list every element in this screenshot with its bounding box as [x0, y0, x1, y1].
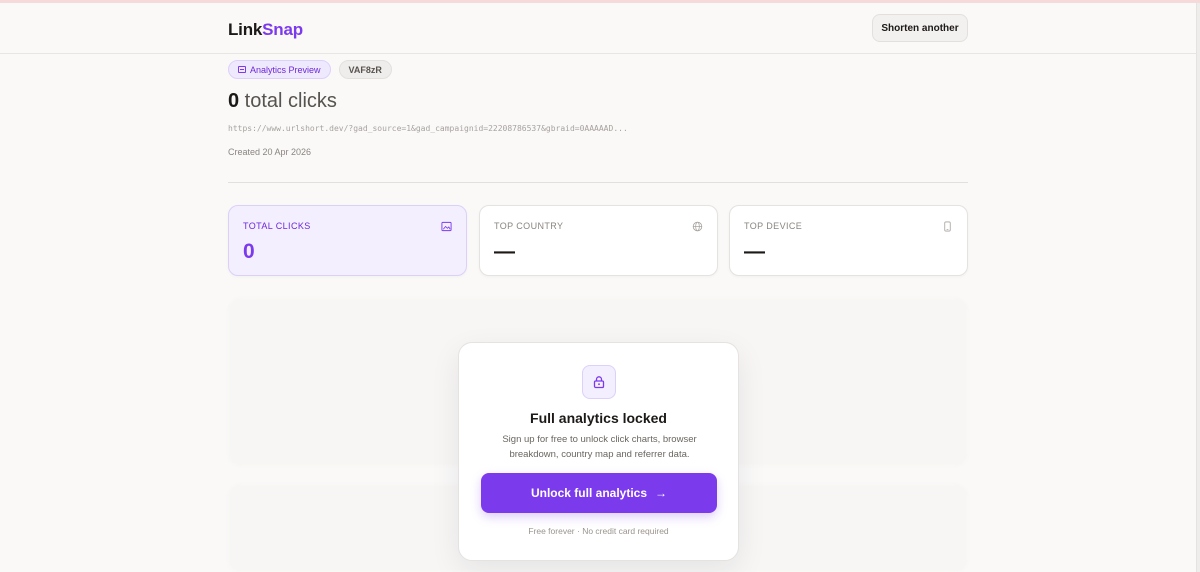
stat-label: TOTAL CLICKS	[243, 221, 311, 231]
stat-card-total-clicks: TOTAL CLICKS 0	[228, 205, 467, 276]
scrollbar[interactable]	[1196, 3, 1200, 572]
lock-icon	[593, 376, 605, 389]
arrow-right-icon: →	[655, 486, 668, 500]
divider	[228, 182, 968, 183]
chart-icon	[238, 66, 246, 73]
stat-label: TOP COUNTRY	[494, 221, 564, 231]
stat-value: 0	[243, 240, 255, 263]
link-code-badge: VAF8zR	[338, 60, 392, 79]
stat-label: TOP DEVICE	[744, 221, 803, 231]
unlock-button-label: Unlock full analytics	[530, 486, 648, 500]
image-icon	[441, 221, 452, 232]
analytics-lock-card: Full analytics locked Sign up for free t…	[458, 342, 739, 561]
globe-icon	[692, 221, 703, 232]
lock-description: Sign up for free to unlock click charts,…	[502, 434, 697, 460]
total-clicks-suffix: total clicks	[239, 90, 337, 112]
lock-title: Full analytics locked	[530, 410, 667, 426]
badge-row: Analytics Preview VAF8zR	[228, 60, 392, 79]
total-clicks-number: 0	[228, 90, 240, 112]
created-date: Created 20 Apr 2026	[228, 147, 312, 157]
total-clicks-heading: 0 total clicks	[228, 90, 337, 113]
stat-value: —	[744, 240, 765, 263]
header: LinkSnap Shorten another	[0, 3, 1200, 54]
lock-footnote: Free forever · No credit card required	[528, 526, 669, 536]
logo-accent: Snap	[262, 20, 303, 39]
logo-main: Link	[228, 20, 263, 39]
lock-icon-box	[582, 365, 616, 399]
stat-card-top-country: TOP COUNTRY —	[479, 205, 718, 276]
analytics-preview-label: Analytics Preview	[250, 64, 321, 75]
unlock-analytics-button[interactable]: Unlock full analytics →	[481, 473, 717, 513]
stat-card-top-device: TOP DEVICE —	[729, 205, 968, 276]
stat-value: —	[494, 240, 515, 263]
analytics-preview-badge: Analytics Preview	[228, 60, 331, 79]
shorten-another-button[interactable]: Shorten another	[872, 14, 968, 42]
original-url: https://www.urlshort.dev/?gad_source=1&g…	[228, 124, 628, 133]
logo[interactable]: LinkSnap	[228, 20, 303, 40]
phone-icon	[944, 221, 951, 232]
